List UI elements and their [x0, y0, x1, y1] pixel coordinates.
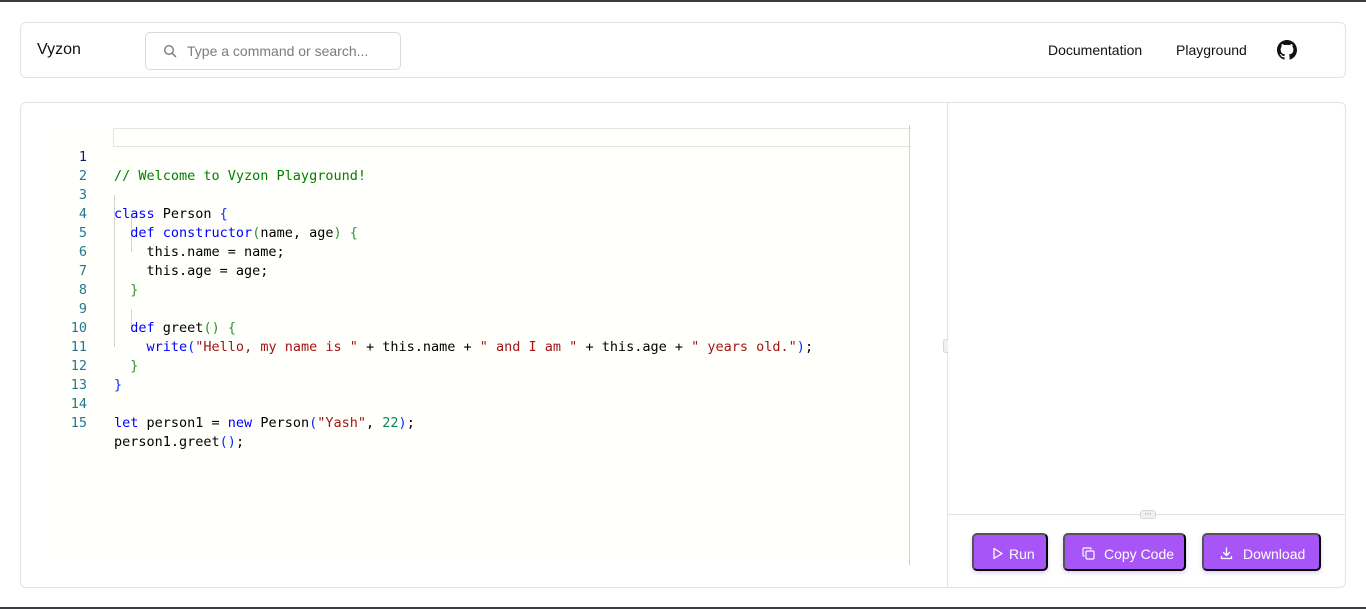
code-token: "Yash" [317, 415, 367, 431]
horizontal-resize-handle[interactable]: ⋯ [1140, 510, 1156, 519]
code-token: person1 = [138, 415, 228, 431]
playground-panel: 1 // Welcome to Vyzon Playground! 2 3 cl… [20, 102, 1346, 588]
search-icon [163, 44, 177, 58]
code-line: 14 let person1 = new Person("Yash", 22); [43, 376, 911, 431]
window-top-border [0, 0, 1366, 2]
nav-link-playground[interactable]: Playground [1176, 42, 1247, 58]
editor-scrollbar-edge [909, 125, 910, 565]
run-button-label: Run [1009, 546, 1035, 562]
output-panel [948, 103, 1345, 515]
search-placeholder: Type a command or search... [187, 43, 369, 59]
download-button-label: Download [1243, 546, 1306, 562]
github-icon[interactable] [1277, 40, 1297, 60]
copy-icon [1082, 547, 1095, 560]
code-token: () [219, 434, 236, 450]
run-button[interactable]: Run [972, 533, 1048, 571]
navbar: Vyzon Type a command or search... Docume… [20, 22, 1346, 78]
code-line: 8 [43, 262, 911, 298]
code-token: let [114, 415, 139, 431]
code-line: 15 person1.greet(); [43, 395, 911, 450]
code-line: 4 def constructor(name, age) { [43, 186, 911, 241]
code-line: 9 def greet() { [43, 281, 911, 336]
code-line: 10 write("Hello, my name is " + this.nam… [43, 300, 911, 355]
search-box[interactable]: Type a command or search... [145, 32, 401, 70]
code-line: 5 this.name = name; [43, 205, 911, 260]
code-line: 13 [43, 357, 911, 393]
code-token: , [366, 415, 383, 431]
code-token: new [227, 415, 253, 431]
copy-code-button[interactable]: Copy Code [1063, 533, 1186, 571]
code-line: 6 this.age = age; [43, 224, 911, 279]
nav-link-documentation[interactable]: Documentation [1048, 42, 1142, 58]
line-number: 15 [70, 415, 87, 431]
code-token: 22 [382, 415, 399, 431]
play-icon [993, 547, 1003, 560]
brand-logo[interactable]: Vyzon [37, 41, 81, 59]
code-line: 7 } [43, 243, 911, 298]
code-line: 2 [43, 148, 911, 184]
code-token: ; [406, 415, 415, 431]
code-line: 1 // Welcome to Vyzon Playground! [43, 129, 911, 184]
code-token: Person [252, 415, 310, 431]
code-editor[interactable]: 1 // Welcome to Vyzon Playground! 2 3 cl… [43, 125, 911, 565]
code-token: ; [235, 434, 245, 450]
code-line: 3 class Person { [43, 167, 911, 222]
code-line: 12 } [43, 338, 911, 393]
download-icon [1220, 547, 1233, 560]
code-token: person1.greet [114, 434, 220, 450]
download-button[interactable]: Download [1202, 533, 1321, 571]
code-token: ( [309, 415, 318, 431]
copy-code-button-label: Copy Code [1104, 546, 1175, 562]
code-token: ) [398, 415, 407, 431]
code-line: 11 } [43, 319, 911, 374]
